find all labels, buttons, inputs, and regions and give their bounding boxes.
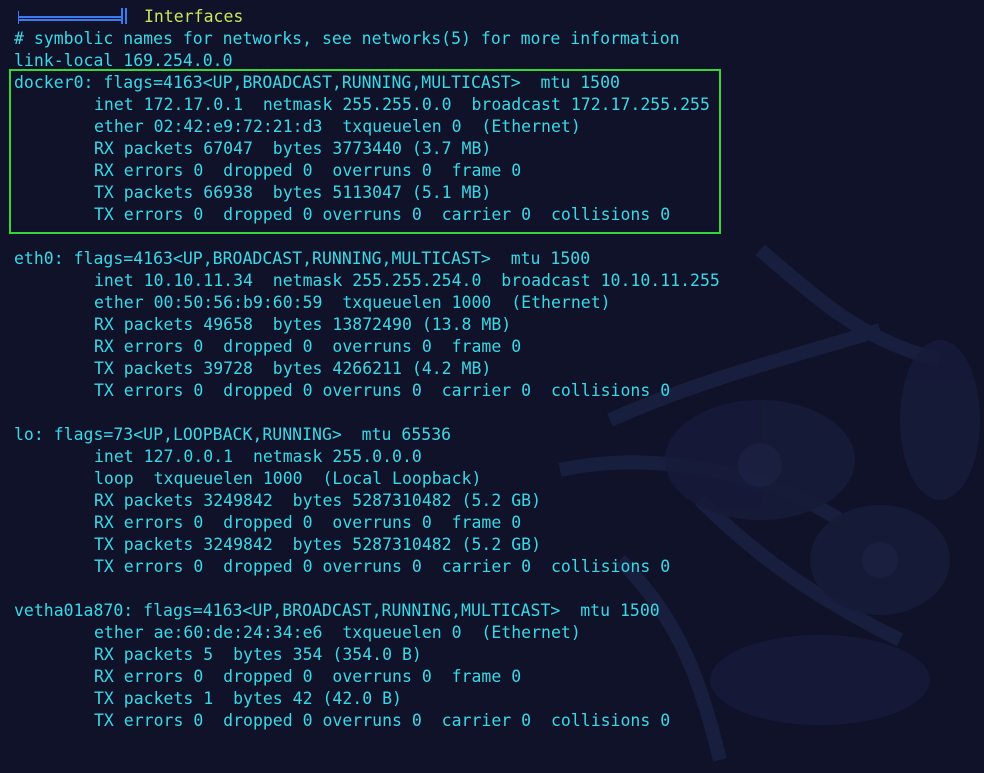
interface-detail: RX packets 5 bytes 354 (354.0 B) bbox=[94, 645, 422, 664]
interface-detail: TX packets 39728 bytes 4266211 (4.2 MB) bbox=[94, 359, 492, 378]
interface-detail: TX errors 0 dropped 0 overruns 0 carrier… bbox=[94, 557, 671, 576]
interface-detail: RX errors 0 dropped 0 overruns 0 frame 0 bbox=[94, 337, 522, 356]
comment-line: # symbolic names for networks, see netwo… bbox=[14, 29, 680, 48]
interface-lo: lo: flags=73<UP,LOOPBACK,RUNNING> mtu 65… bbox=[14, 424, 984, 578]
interface-detail: TX errors 0 dropped 0 overruns 0 carrier… bbox=[94, 205, 671, 224]
interface-docker0: docker0: flags=4163<UP,BROADCAST,RUNNING… bbox=[9, 69, 984, 234]
terminal-output: Interfaces # symbolic names for networks… bbox=[9, 6, 984, 732]
interface-detail: RX errors 0 dropped 0 overruns 0 frame 0 bbox=[94, 667, 522, 686]
interface-detail: TX errors 0 dropped 0 overruns 0 carrier… bbox=[94, 711, 671, 730]
interface-detail: TX errors 0 dropped 0 overruns 0 carrier… bbox=[94, 381, 671, 400]
interface-detail: TX packets 3249842 bytes 5287310482 (5.2… bbox=[94, 535, 542, 554]
interface-header: docker0: flags=4163<UP,BROADCAST,RUNNING… bbox=[14, 73, 620, 92]
interface-detail: TX packets 1 bytes 42 (42.0 B) bbox=[94, 689, 402, 708]
interface-eth0: eth0: flags=4163<UP,BROADCAST,RUNNING,MU… bbox=[14, 248, 984, 402]
interface-detail: ether 00:50:56:b9:60:59 txqueuelen 1000 … bbox=[94, 293, 611, 312]
interface-detail: RX errors 0 dropped 0 overruns 0 frame 0 bbox=[94, 161, 522, 180]
interface-detail: inet 10.10.11.34 netmask 255.255.254.0 b… bbox=[94, 271, 720, 290]
interface-detail: RX errors 0 dropped 0 overruns 0 frame 0 bbox=[94, 513, 522, 532]
interface-detail: ether 02:42:e9:72:21:d3 txqueuelen 0 (Et… bbox=[94, 117, 581, 136]
interface-detail: inet 127.0.0.1 netmask 255.0.0.0 bbox=[94, 447, 422, 466]
interface-detail: inet 172.17.0.1 netmask 255.255.0.0 broa… bbox=[94, 95, 710, 114]
interface-detail: RX packets 67047 bytes 3773440 (3.7 MB) bbox=[94, 139, 492, 158]
header-rule-icon bbox=[18, 8, 127, 24]
interface-detail: ether ae:60:de:24:34:e6 txqueuelen 0 (Et… bbox=[94, 623, 581, 642]
interface-header: vetha01a870: flags=4163<UP,BROADCAST,RUN… bbox=[14, 601, 660, 620]
section-header: Interfaces bbox=[14, 6, 984, 28]
interface-detail: RX packets 49658 bytes 13872490 (13.8 MB… bbox=[94, 315, 512, 334]
section-title: Interfaces bbox=[144, 7, 244, 26]
interface-header: lo: flags=73<UP,LOOPBACK,RUNNING> mtu 65… bbox=[14, 425, 452, 444]
interface-header: eth0: flags=4163<UP,BROADCAST,RUNNING,MU… bbox=[14, 249, 591, 268]
interface-detail: TX packets 66938 bytes 5113047 (5.1 MB) bbox=[94, 183, 492, 202]
interface-vetha01a870: vetha01a870: flags=4163<UP,BROADCAST,RUN… bbox=[14, 600, 984, 732]
interface-detail: RX packets 3249842 bytes 5287310482 (5.2… bbox=[94, 491, 542, 510]
link-local-line: link-local 169.254.0.0 bbox=[14, 51, 233, 70]
interface-detail: loop txqueuelen 1000 (Local Loopback) bbox=[94, 469, 482, 488]
